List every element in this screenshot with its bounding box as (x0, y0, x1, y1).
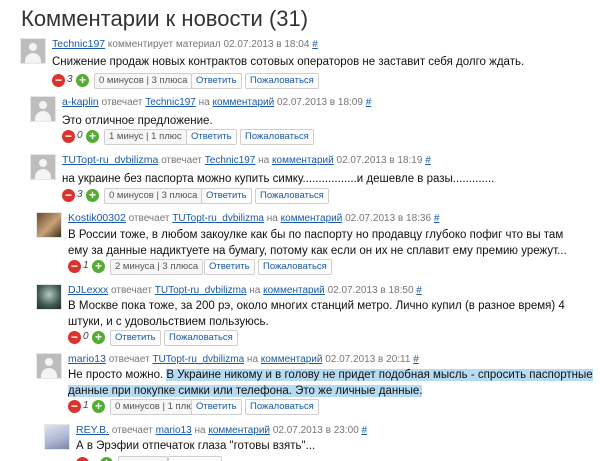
comment-item: Kostik00302 отвечает TUTopt-ru_dvbilizma… (36, 212, 600, 276)
comment-author-link[interactable]: REY.B. (76, 424, 109, 436)
votes-summary: 0 минусов | 1 плюс (110, 399, 204, 415)
reply-to-user-link[interactable]: TUTopt-ru_dvbilizma (155, 285, 247, 296)
parent-comment-link[interactable]: комментарий (263, 285, 325, 296)
comment-text: А в Эрэфии отпечаток глаза "готовы взять… (76, 440, 316, 452)
comment-text: В России тоже, в любом закоулке как бы п… (68, 229, 567, 257)
avatar[interactable] (36, 284, 62, 310)
reply-to-user-link[interactable]: Technic197 (145, 97, 196, 108)
comment-item: Technic197 комментирует материал 02.07.2… (20, 38, 600, 89)
permalink[interactable]: # (425, 155, 431, 166)
comment-meta: DJLexxx отвечает TUTopt-ru_dvbilizma на … (68, 284, 422, 296)
complain-button[interactable]: Пожаловаться (245, 73, 319, 89)
comment-text: Снижение продаж новых контрактов сотовых… (52, 56, 525, 68)
vote-down-button[interactable]: − (68, 260, 81, 273)
comment-text: Это отличное предложение. (62, 115, 213, 127)
avatar[interactable] (36, 212, 62, 238)
reply-button[interactable]: Ответить (186, 129, 237, 145)
reply-button[interactable] (168, 456, 222, 461)
comment-meta: Kostik00302 отвечает TUTopt-ru_dvbilizma… (68, 212, 440, 224)
vote-up-button[interactable]: + (100, 457, 113, 461)
votes-summary: 0 минусов | 3 плюса (94, 73, 193, 89)
vote-up-button[interactable]: + (76, 74, 89, 87)
permalink[interactable]: # (413, 354, 419, 365)
comment-text: на украине без паспорта можно купить сим… (62, 173, 495, 185)
vote-down-button[interactable]: − (68, 400, 81, 413)
comment-author-link[interactable]: mario13 (68, 353, 106, 365)
parent-comment-link[interactable]: комментарий (208, 425, 270, 436)
votes-summary: 0 минусов | 3 плюса (104, 188, 203, 204)
permalink[interactable]: # (416, 285, 422, 296)
avatar[interactable] (30, 154, 56, 180)
comment-meta: REY.B. отвечает mario13 на комментарий 0… (76, 424, 368, 436)
vote-up-button[interactable]: + (86, 130, 99, 143)
votes-summary: 2 минуса | 3 плюса (110, 259, 204, 275)
reply-button[interactable]: Ответить (191, 73, 242, 89)
comment-author-link[interactable]: Kostik00302 (68, 212, 126, 224)
comment-score: 1 (83, 260, 89, 271)
complain-button[interactable]: Пожаловаться (258, 259, 332, 275)
vote-up-button[interactable]: + (92, 331, 105, 344)
complain-button[interactable]: Пожаловаться (255, 188, 329, 204)
complain-button[interactable]: Пожаловаться (164, 330, 238, 346)
comment-text: В Москве пока тоже, за 200 рэ, около мно… (68, 300, 565, 328)
permalink[interactable]: # (362, 425, 368, 436)
comment-item: DJLexxx отвечает TUTopt-ru_dvbilizma на … (36, 284, 600, 346)
vote-down-button[interactable]: − (52, 74, 65, 87)
comment-meta: a-kaplin отвечает Technic197 на коммента… (62, 96, 372, 108)
comment-author-link[interactable]: DJLexxx (68, 284, 108, 296)
comment-meta: Technic197 комментирует материал 02.07.2… (52, 38, 318, 50)
avatar[interactable] (36, 353, 62, 379)
permalink[interactable]: # (366, 97, 372, 108)
reply-button[interactable]: Ответить (204, 259, 255, 275)
page-title: Комментарии к новости (31) (21, 6, 309, 31)
comment-meta: mario13 отвечает TUTopt-ru_dvbilizma на … (68, 353, 419, 365)
comment-author-link[interactable]: a-kaplin (62, 96, 99, 108)
reply-to-user-link[interactable]: mario13 (156, 425, 192, 436)
reply-to-user-link[interactable]: TUTopt-ru_dvbilizma (172, 213, 264, 224)
comment-author-link[interactable]: Technic197 (52, 38, 105, 50)
complain-button[interactable]: Пожаловаться (245, 399, 319, 415)
vote-down-button[interactable]: − (62, 189, 75, 202)
comment-text-plain: Не просто можно. (68, 369, 167, 381)
avatar[interactable] (20, 38, 46, 64)
parent-comment-link[interactable]: комментарий (213, 97, 275, 108)
avatar[interactable] (30, 96, 56, 122)
permalink[interactable]: # (312, 39, 318, 50)
parent-comment-link[interactable]: комментарий (281, 213, 343, 224)
complain-button[interactable]: Пожаловаться (240, 129, 314, 145)
parent-comment-link[interactable]: комментарий (261, 354, 323, 365)
comment-text: Не просто можно. В Украине никому и в го… (68, 367, 594, 399)
vote-down-button[interactable]: − (68, 331, 81, 344)
permalink[interactable]: # (434, 213, 440, 224)
vote-up-button[interactable]: + (86, 189, 99, 202)
comment-item: a-kaplin отвечает Technic197 на коммента… (30, 96, 600, 145)
comment-item: mario13 отвечает TUTopt-ru_dvbilizma на … (36, 353, 600, 417)
reply-to-user-link[interactable]: Technic197 (205, 155, 256, 166)
vote-up-button[interactable]: + (92, 260, 105, 273)
reply-button[interactable]: Ответить (191, 399, 242, 415)
avatar[interactable] (44, 424, 70, 450)
parent-comment-link[interactable]: комментарий (272, 155, 334, 166)
comment-score: 0 (77, 130, 83, 141)
comment-score: 1 (83, 400, 89, 411)
comment-score: 3 (77, 189, 83, 200)
comment-score: 3 (67, 74, 73, 85)
vote-down-button[interactable]: − (76, 457, 89, 461)
comment-item: REY.B. отвечает mario13 на комментарий 0… (44, 424, 600, 461)
vote-down-button[interactable]: − (62, 130, 75, 143)
reply-to-user-link[interactable]: TUTopt-ru_dvbilizma (152, 354, 244, 365)
vote-up-button[interactable]: + (92, 400, 105, 413)
reply-button[interactable]: Ответить (201, 188, 252, 204)
votes-summary (118, 456, 168, 461)
votes-summary: 1 минус | 1 плюс (104, 129, 187, 145)
reply-button[interactable]: Ответить (110, 330, 161, 346)
comment-meta: TUTopt-ru_dvbilizma отвечает Technic197 … (62, 154, 431, 166)
comment-score: 0 (83, 331, 89, 342)
comment-item: TUTopt-ru_dvbilizma отвечает Technic197 … (30, 154, 600, 204)
comment-author-link[interactable]: TUTopt-ru_dvbilizma (62, 154, 158, 166)
